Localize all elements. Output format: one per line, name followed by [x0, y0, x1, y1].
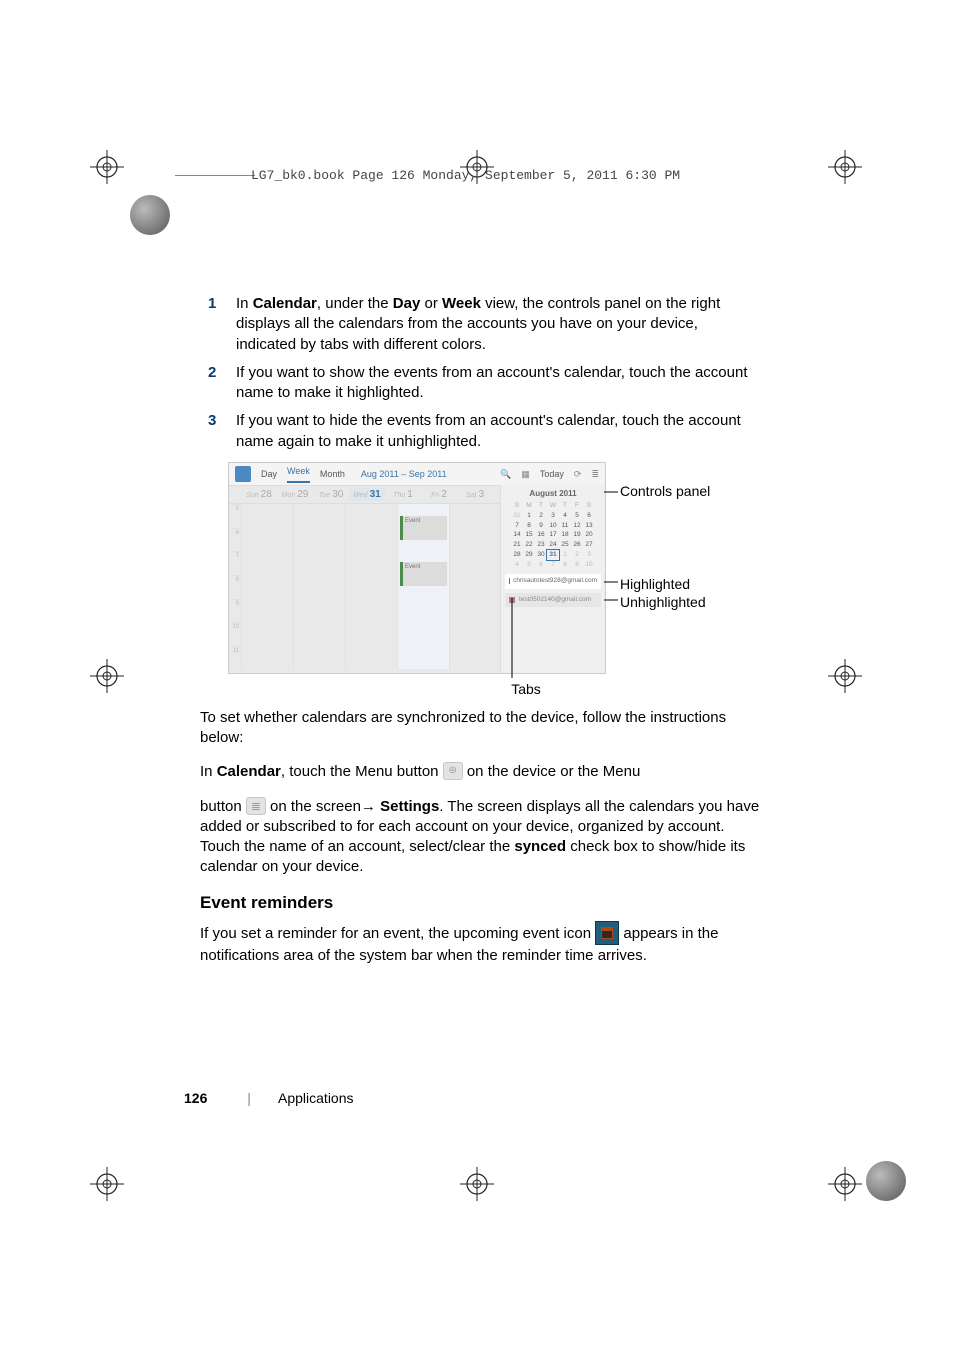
page-number: 126	[184, 1090, 207, 1106]
crop-mark-icon	[90, 1167, 124, 1201]
page-footer: 126 | Applications	[184, 1090, 354, 1106]
step-1: 1 In Calendar, under the Day or Week vie…	[200, 294, 760, 355]
settings-paragraph: button on the screen→ Settings. The scre…	[200, 797, 760, 878]
sync-intro-paragraph: To set whether calendars are synchronize…	[200, 708, 760, 749]
menu-hardware-icon: ⊜	[443, 762, 463, 780]
document-header: LG7_bk0.book Page 126 Monday, September …	[175, 168, 680, 183]
callout-tabs: Tabs	[496, 680, 556, 699]
crop-mark-icon	[828, 659, 862, 693]
reminders-paragraph: If you set a reminder for an event, the …	[200, 922, 760, 966]
event-reminders-heading: Event reminders	[200, 892, 760, 915]
crop-mark-icon	[460, 1167, 494, 1201]
binding-hole-icon	[866, 1161, 906, 1201]
callout-unhighlighted: Unhighlighted	[620, 593, 706, 612]
numbered-steps: 1 In Calendar, under the Day or Week vie…	[200, 294, 760, 452]
crop-mark-icon	[828, 1167, 862, 1201]
callout-highlighted: Highlighted	[620, 575, 690, 594]
section-title: Applications	[278, 1090, 354, 1106]
menu-line: In Calendar, touch the Menu button ⊜ on …	[200, 762, 760, 782]
step-2: 2 If you want to show the events from an…	[200, 363, 760, 404]
content-area: 1 In Calendar, under the Day or Week vie…	[200, 294, 760, 981]
step-3: 3 If you want to hide the events from an…	[200, 411, 760, 452]
overflow-menu-icon	[246, 797, 266, 815]
crop-mark-icon	[90, 150, 124, 184]
binding-hole-icon	[130, 195, 170, 235]
upcoming-event-icon	[595, 921, 619, 945]
crop-mark-icon	[828, 150, 862, 184]
crop-mark-icon	[90, 659, 124, 693]
callout-controls-panel: Controls panel	[620, 482, 710, 501]
calendar-screenshot-figure: Day Week Month Aug 2011 – Sep 2011 🔍 ▦ T…	[200, 462, 760, 702]
